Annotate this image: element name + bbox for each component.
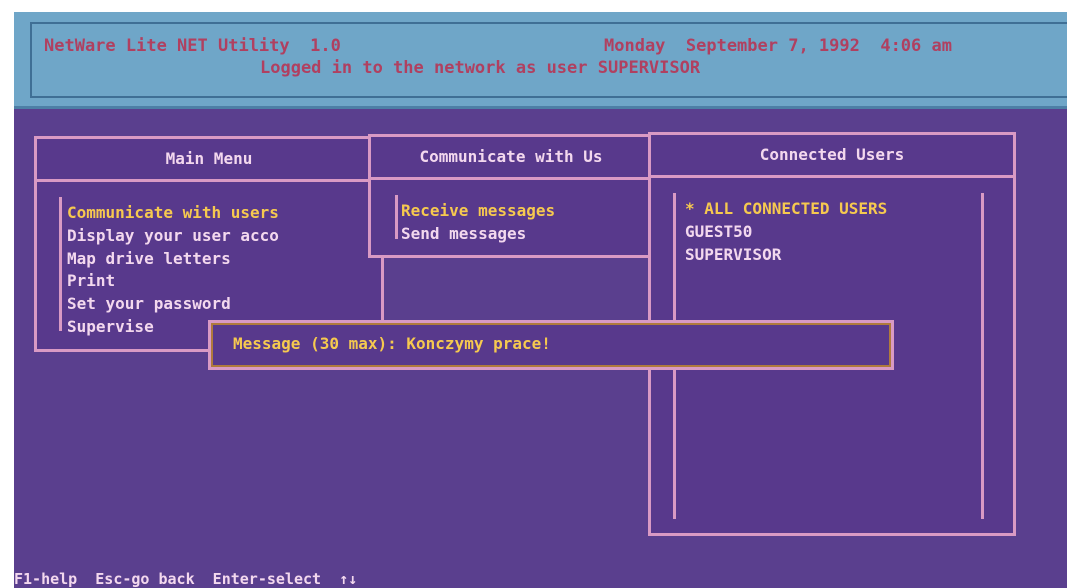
dos-screen: NetWare Lite NET Utility 1.0 Monday Sept… xyxy=(14,12,1067,588)
menu-item-display-account[interactable]: Display your user acco xyxy=(67,226,279,245)
communicate-panel-title: Communicate with Us xyxy=(371,137,651,180)
message-input-field[interactable]: Message (30 max): Konczymy prace! xyxy=(233,334,551,353)
communicate-scroll-marker xyxy=(395,195,398,239)
app-title: NetWare Lite NET Utility 1.0 xyxy=(44,36,341,56)
user-supervisor[interactable]: SUPERVISOR xyxy=(685,245,781,264)
login-status: Logged in to the network as user SUPERVI… xyxy=(260,58,701,78)
title-bar: NetWare Lite NET Utility 1.0 Monday Sept… xyxy=(14,12,1067,109)
menu-item-supervise[interactable]: Supervise xyxy=(67,317,154,336)
connected-users-title: Connected Users xyxy=(651,135,1013,178)
menu-item-map-drives[interactable]: Map drive letters xyxy=(67,249,231,268)
main-menu-title: Main Menu xyxy=(37,139,381,182)
message-input-box[interactable]: Message (30 max): Konczymy prace! xyxy=(208,320,894,370)
menu-item-set-password[interactable]: Set your password xyxy=(67,294,231,313)
users-scrollbar[interactable] xyxy=(981,193,984,519)
main-menu-scroll-marker xyxy=(59,197,62,331)
menu-item-print[interactable]: Print xyxy=(67,271,115,290)
status-bar: F1-help Esc-go back Enter-select ↑↓ xyxy=(14,570,358,588)
user-guest50[interactable]: GUEST50 xyxy=(685,222,752,241)
menu-item-communicate[interactable]: Communicate with users xyxy=(67,203,279,222)
menu-item-send-messages[interactable]: Send messages xyxy=(401,224,526,243)
communicate-panel: Communicate with Us Receive messages Sen… xyxy=(368,134,654,258)
menu-item-receive-messages[interactable]: Receive messages xyxy=(401,201,555,220)
user-all-connected[interactable]: * ALL CONNECTED USERS xyxy=(685,199,887,218)
date-time: Monday September 7, 1992 4:06 am xyxy=(604,36,952,56)
